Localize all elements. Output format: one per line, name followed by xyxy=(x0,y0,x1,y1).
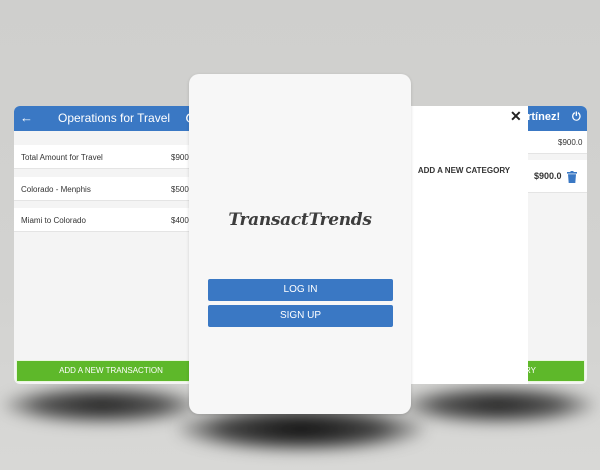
signup-button[interactable]: SIGN UP xyxy=(208,305,393,327)
row-label: Total Amount for Travel xyxy=(21,153,103,162)
modal-heading[interactable]: ADD A NEW CATEGORY xyxy=(410,166,518,175)
login-button[interactable]: LOG IN xyxy=(208,279,393,301)
app-logo: TransactTrends xyxy=(228,210,372,230)
add-category-modal: ✕ ADD A NEW CATEGORY xyxy=(410,106,528,384)
total-amount: $900.0 xyxy=(558,138,583,147)
add-transaction-button[interactable]: ADD A NEW TRANSACTION xyxy=(16,360,199,382)
row-amount: $900 xyxy=(171,153,189,162)
power-icon[interactable]: ⏻ xyxy=(572,111,581,124)
arrow-left-icon[interactable]: ← xyxy=(20,110,33,125)
row-label: Miami to Colorado xyxy=(21,216,86,225)
login-screen: TransactTrends LOG IN SIGN UP xyxy=(189,74,411,414)
operations-title: Operations for Travel xyxy=(58,111,171,125)
transaction-row[interactable]: Miami to Colorado $400 xyxy=(14,208,199,232)
transaction-row[interactable]: Colorado - Menphis $500 xyxy=(14,177,199,201)
right-screen-shadow xyxy=(400,386,596,424)
left-screen-shadow xyxy=(2,386,202,424)
operations-header: ← Operations for Travel ⏻ xyxy=(14,106,199,131)
row-label: Colorado - Menphis xyxy=(21,185,91,194)
row-amount: $400 xyxy=(171,216,189,225)
row-amount: $500 xyxy=(171,185,189,194)
total-amount-row[interactable]: Total Amount for Travel $900 xyxy=(14,145,199,169)
category-amount: $900.0 xyxy=(534,171,562,181)
trash-icon[interactable] xyxy=(567,170,577,188)
close-icon[interactable]: ✕ xyxy=(510,108,522,125)
operations-screen: ← Operations for Travel ⏻ Total Amount f… xyxy=(14,106,199,384)
